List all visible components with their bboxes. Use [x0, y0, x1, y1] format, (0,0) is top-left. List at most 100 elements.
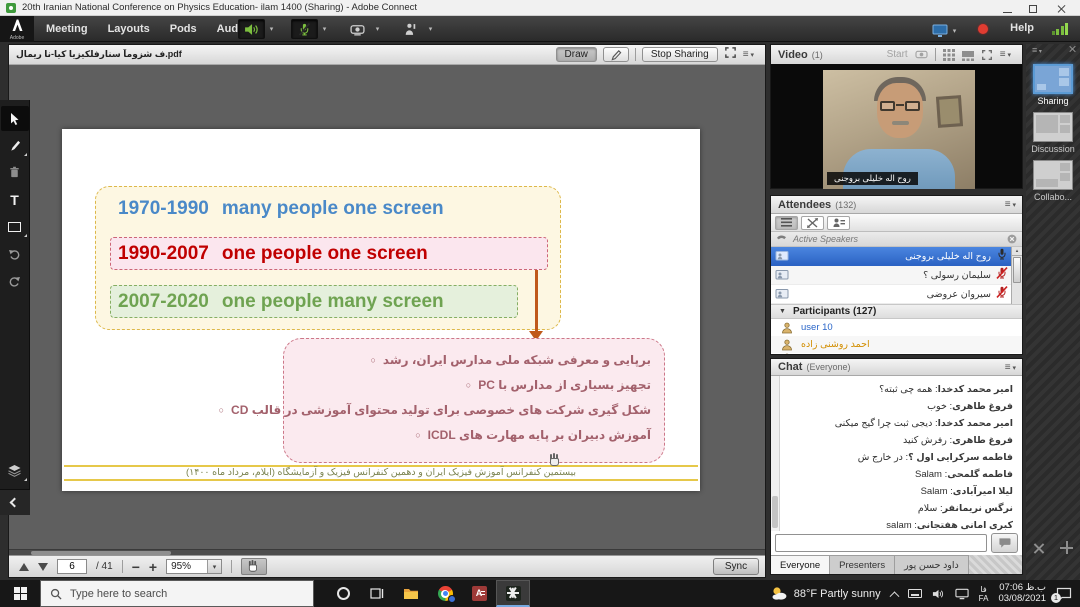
layout-thumbnail[interactable]	[1033, 64, 1073, 94]
redo-button[interactable]	[1, 268, 29, 293]
selection-tool[interactable]	[1, 106, 29, 131]
add-layout-icon[interactable]	[1060, 541, 1073, 554]
layout-thumbnail[interactable]	[1033, 160, 1073, 190]
speaker-row[interactable]: سلیمان رسولی ؟	[771, 266, 1022, 285]
file-explorer-button[interactable]	[394, 580, 428, 607]
collapse-toolbar-button[interactable]	[0, 489, 30, 515]
layout-item-collabo[interactable]: Collabo...	[1026, 160, 1080, 202]
touch-keyboard-icon[interactable]	[908, 589, 922, 598]
draw-button[interactable]: Draw	[556, 47, 597, 62]
grid-view-icon[interactable]	[943, 49, 955, 61]
attendees-scrollbar[interactable]	[1011, 247, 1022, 304]
minimize-button[interactable]	[996, 0, 1018, 15]
speaker-row[interactable]: سیروان عروضی	[771, 285, 1022, 304]
chat-scrollbar[interactable]	[771, 376, 780, 531]
recording-indicator-icon[interactable]	[978, 24, 988, 34]
close-button[interactable]	[1050, 0, 1072, 15]
delete-layout-icon[interactable]	[1033, 542, 1045, 554]
pan-tool-button[interactable]	[241, 558, 267, 575]
start-webcam-button[interactable]: Start	[887, 49, 908, 60]
network-display-icon[interactable]	[955, 588, 969, 600]
scroll-up-icon[interactable]	[1012, 247, 1022, 256]
pointer-tool-button[interactable]	[603, 47, 629, 62]
timeline-row-3: 2007-2020 one people many screen	[110, 285, 518, 318]
menu-pods[interactable]: Pods	[170, 23, 197, 35]
zoom-out-button[interactable]: −	[132, 560, 140, 574]
page-down-button[interactable]	[38, 563, 48, 571]
mic-status[interactable]	[996, 266, 1008, 284]
layout-item-sharing[interactable]: Sharing	[1026, 64, 1080, 106]
raise-hand-button[interactable]	[397, 19, 424, 39]
adobe-connect-taskbar-button[interactable]	[496, 580, 530, 607]
raise-hand-dropdown[interactable]	[424, 19, 437, 39]
participant-row-partial[interactable]	[771, 353, 1022, 354]
help-menu[interactable]: Help	[1010, 22, 1034, 34]
breakout-view-button[interactable]	[801, 216, 824, 230]
fullscreen-icon[interactable]	[981, 49, 993, 61]
delete-tool[interactable]	[1, 160, 29, 185]
task-view-button[interactable]	[360, 580, 394, 607]
zoom-dropdown-icon[interactable]	[207, 560, 221, 573]
speaker-button[interactable]	[238, 19, 265, 39]
chat-tab-private[interactable]: داود حسن پور	[895, 555, 969, 574]
undo-button[interactable]	[1, 241, 29, 266]
scrollbar-thumb[interactable]	[1013, 257, 1021, 283]
share-screen-quick[interactable]	[932, 21, 961, 41]
microphone-button[interactable]	[291, 19, 318, 39]
speaker-row[interactable]: روح اله خلیلی بروجنی	[771, 247, 1022, 266]
send-message-button[interactable]	[991, 533, 1018, 553]
menu-meeting[interactable]: Meeting	[46, 23, 88, 35]
access-button[interactable]: A	[462, 580, 496, 607]
chat-tab-presenters[interactable]: Presenters	[830, 555, 895, 574]
filmstrip-view-icon[interactable]	[962, 49, 974, 61]
participants-section-header[interactable]: Participants (127)	[771, 304, 1022, 319]
menu-layouts[interactable]: Layouts	[108, 23, 150, 35]
page-up-button[interactable]	[19, 563, 29, 571]
participant-row[interactable]: احمد روشنی زاده	[771, 336, 1022, 353]
cortana-button[interactable]	[326, 580, 360, 607]
webcam-dropdown[interactable]	[371, 19, 384, 39]
microphone-dropdown[interactable]	[318, 19, 331, 39]
page-number-input[interactable]	[57, 559, 87, 574]
pod-menu-icon[interactable]	[1005, 362, 1016, 373]
chrome-button[interactable]	[428, 580, 462, 607]
text-tool[interactable]: T	[1, 187, 29, 212]
stop-sharing-button[interactable]: Stop Sharing	[642, 47, 718, 62]
layout-item-discussion[interactable]: Discussion	[1026, 112, 1080, 154]
layout-thumbnail[interactable]	[1033, 112, 1073, 142]
shape-tool[interactable]	[1, 214, 29, 239]
volume-icon[interactable]	[932, 588, 945, 600]
share-screen-dropdown[interactable]	[948, 21, 961, 41]
scrollbar-thumb[interactable]	[772, 496, 778, 528]
connection-status-icon[interactable]	[1052, 23, 1069, 35]
show-hidden-icons-chevron[interactable]	[889, 591, 899, 601]
chat-input[interactable]	[775, 534, 987, 552]
fullscreen-button[interactable]	[724, 46, 737, 64]
layers-tool[interactable]	[1, 458, 29, 483]
taskbar-search[interactable]: Type here to search	[40, 580, 314, 607]
close-bar-icon[interactable]	[1069, 45, 1076, 52]
participant-row[interactable]: user 10	[771, 319, 1022, 336]
webcam-button[interactable]	[344, 19, 371, 39]
marker-tool[interactable]	[1, 133, 29, 158]
notification-center-button[interactable]: 1	[1056, 587, 1072, 601]
zoom-in-button[interactable]: +	[149, 560, 157, 574]
pod-menu-icon[interactable]	[743, 49, 754, 60]
language-indicator[interactable]: فا FA	[979, 585, 989, 603]
chat-tab-everyone[interactable]: Everyone	[771, 555, 830, 574]
close-section-icon[interactable]	[1007, 234, 1017, 244]
pod-menu-icon[interactable]	[1005, 199, 1016, 210]
weather-widget[interactable]: 88°F Partly sunny	[771, 586, 881, 601]
taskbar-clock[interactable]: 07:06 ب.ظ 03/08/2021	[998, 583, 1046, 604]
mic-status[interactable]	[996, 285, 1008, 303]
layouts-menu-icon[interactable]	[1032, 45, 1042, 55]
mic-status[interactable]	[996, 247, 1008, 265]
attendee-status-button[interactable]	[827, 216, 850, 230]
maximize-button[interactable]	[1022, 0, 1044, 15]
zoom-select[interactable]: 95%	[166, 559, 222, 574]
status-view-button[interactable]	[775, 216, 798, 230]
start-button[interactable]	[0, 580, 40, 607]
speaker-dropdown[interactable]	[265, 19, 278, 39]
sync-button[interactable]: Sync	[713, 558, 759, 575]
pod-menu-icon[interactable]	[1000, 49, 1011, 60]
